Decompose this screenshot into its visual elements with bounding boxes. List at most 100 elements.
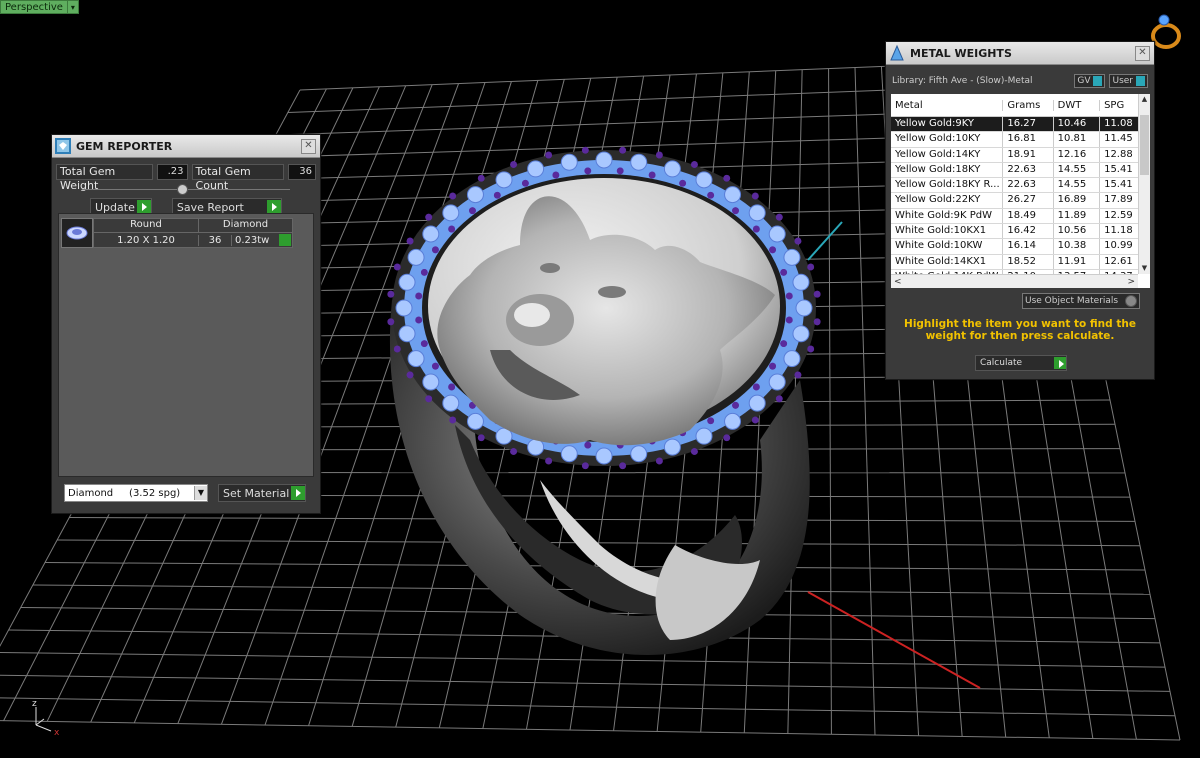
metal-weights-title: METAL WEIGHTS — [910, 47, 1135, 60]
gem-stone — [443, 205, 459, 221]
col-grams[interactable]: Grams — [1003, 100, 1053, 111]
metal-grams: 16.27 — [1003, 117, 1053, 131]
table-row[interactable]: Yellow Gold:9KY16.2710.4611.08 — [891, 117, 1138, 132]
metal-table-body: Yellow Gold:9KY16.2710.4611.08Yellow Gol… — [891, 117, 1138, 274]
material-select-value: Diamond (3.52 spg) — [65, 488, 194, 499]
total-gem-count-field: 36 — [288, 164, 316, 180]
calculate-button[interactable]: Calculate — [975, 355, 1067, 371]
prong — [732, 402, 739, 409]
table-row[interactable]: Yellow Gold:14KY18.9112.1612.88 — [891, 148, 1138, 163]
gem-stone — [423, 226, 439, 242]
table-row[interactable]: Yellow Gold:18KY22.6314.5515.41 — [891, 163, 1138, 178]
metal-weights-icon — [888, 44, 906, 62]
gv-toggle[interactable]: GV — [1074, 74, 1105, 88]
round-gem-thumbnail — [61, 218, 93, 248]
gem-list: Round Diamond 1.20 X 1.20 36 0.23tw — [58, 213, 314, 477]
table-row[interactable]: Yellow Gold:22KY26.2716.8917.89 — [891, 193, 1138, 208]
slider-handle[interactable] — [177, 184, 188, 195]
prong — [769, 246, 776, 253]
chevron-left-icon[interactable]: < — [891, 277, 902, 287]
prong — [425, 214, 432, 221]
gem-reporter-titlebar[interactable]: GEM REPORTER ✕ — [52, 135, 320, 158]
material-row: Diamond (3.52 spg) ▼ Set Material — [64, 484, 306, 502]
prong — [723, 434, 730, 441]
table-row[interactable]: White Gold:10KX116.4210.5611.18 — [891, 224, 1138, 239]
play-icon[interactable] — [1054, 357, 1066, 369]
prong — [394, 346, 401, 353]
close-icon[interactable]: ✕ — [301, 139, 316, 154]
gem-stone — [664, 161, 680, 177]
play-icon[interactable] — [137, 200, 151, 214]
material-select[interactable]: Diamond (3.52 spg) ▼ — [64, 484, 208, 502]
prong — [387, 291, 394, 298]
prong — [421, 340, 428, 347]
viewport-label[interactable]: Perspective ▾ — [0, 0, 79, 14]
set-material-button[interactable]: Set Material — [218, 484, 306, 502]
metal-dwt: 10.56 — [1054, 224, 1100, 238]
gem-reporter-icon — [54, 137, 72, 155]
prong — [707, 417, 714, 424]
gem-list-item[interactable]: Round Diamond 1.20 X 1.20 36 0.23tw — [61, 218, 293, 248]
chevron-down-icon[interactable]: ▼ — [194, 486, 207, 500]
table-row[interactable]: White Gold:14KX118.5211.9112.61 — [891, 255, 1138, 270]
gem-stone — [596, 152, 612, 168]
play-icon[interactable] — [279, 234, 291, 246]
gem-material: Diamond — [199, 219, 292, 232]
prong — [814, 291, 821, 298]
col-metal[interactable]: Metal — [891, 100, 1003, 111]
use-object-materials-button[interactable]: Use Object Materials — [1022, 293, 1140, 309]
prong — [807, 264, 814, 271]
metal-table-container: Metal Grams DWT SPG Yellow Gold:9KY16.27… — [891, 94, 1150, 288]
metal-table[interactable]: Metal Grams DWT SPG Yellow Gold:9KY16.27… — [891, 94, 1138, 274]
prong — [776, 214, 783, 221]
scrollbar-thumb[interactable] — [1140, 115, 1149, 175]
horizontal-scrollbar[interactable]: < > — [891, 274, 1138, 288]
ring-model[interactable] — [387, 147, 820, 655]
gem-count: 36 — [199, 235, 232, 246]
metal-dwt: 10.46 — [1054, 117, 1100, 131]
metal-name: White Gold:14KX1 — [891, 255, 1003, 269]
metal-name: Yellow Gold:14KY — [891, 148, 1003, 162]
perspective-label[interactable]: Perspective — [0, 0, 68, 14]
prong — [723, 175, 730, 182]
gem-stone — [796, 300, 812, 316]
table-row[interactable]: Yellow Gold:18KY R...22.6314.5515.41 — [891, 178, 1138, 193]
size-slider[interactable] — [82, 184, 290, 194]
info-icon[interactable] — [1136, 76, 1145, 86]
y-axis-line — [808, 222, 842, 260]
col-dwt[interactable]: DWT — [1054, 100, 1100, 111]
gem-stone — [696, 428, 712, 444]
metal-grams: 26.27 — [1003, 193, 1053, 207]
chevron-down-icon[interactable]: ▼ — [1139, 263, 1150, 274]
play-icon[interactable] — [291, 486, 305, 500]
user-toggle[interactable]: User — [1109, 74, 1148, 88]
metal-grams: 22.63 — [1003, 178, 1053, 192]
chevron-up-icon[interactable]: ▲ — [1139, 94, 1150, 105]
metal-spg: 15.41 — [1100, 163, 1138, 177]
metal-dwt: 14.55 — [1054, 178, 1100, 192]
prong — [752, 417, 759, 424]
z-axis-label: z — [32, 699, 37, 709]
gem-stone — [631, 446, 647, 462]
prong — [753, 384, 760, 391]
metal-weights-titlebar[interactable]: METAL WEIGHTS ✕ — [886, 42, 1154, 65]
prong — [617, 167, 624, 174]
set-material-button-label: Set Material — [223, 487, 289, 500]
col-spg[interactable]: SPG — [1100, 100, 1138, 111]
circle-icon[interactable] — [1125, 295, 1137, 307]
gem-stone — [408, 351, 424, 367]
gem-stone — [467, 413, 483, 429]
prong — [814, 318, 821, 325]
gem-stone — [784, 351, 800, 367]
table-row[interactable]: White Gold:9K PdW18.4911.8912.59 — [891, 209, 1138, 224]
play-icon[interactable] — [267, 200, 281, 214]
close-icon[interactable]: ✕ — [1135, 46, 1150, 61]
table-row[interactable]: Yellow Gold:10KY16.8110.8111.45 — [891, 132, 1138, 147]
prong — [753, 226, 760, 233]
chevron-down-icon[interactable]: ▾ — [68, 0, 79, 14]
table-row[interactable]: White Gold:10KW16.1410.3810.99 — [891, 239, 1138, 254]
metal-spg: 17.89 — [1100, 193, 1138, 207]
chevron-right-icon[interactable]: > — [1127, 277, 1138, 287]
info-icon[interactable] — [1093, 76, 1102, 86]
vertical-scrollbar[interactable]: ▲ ▼ — [1138, 94, 1150, 274]
